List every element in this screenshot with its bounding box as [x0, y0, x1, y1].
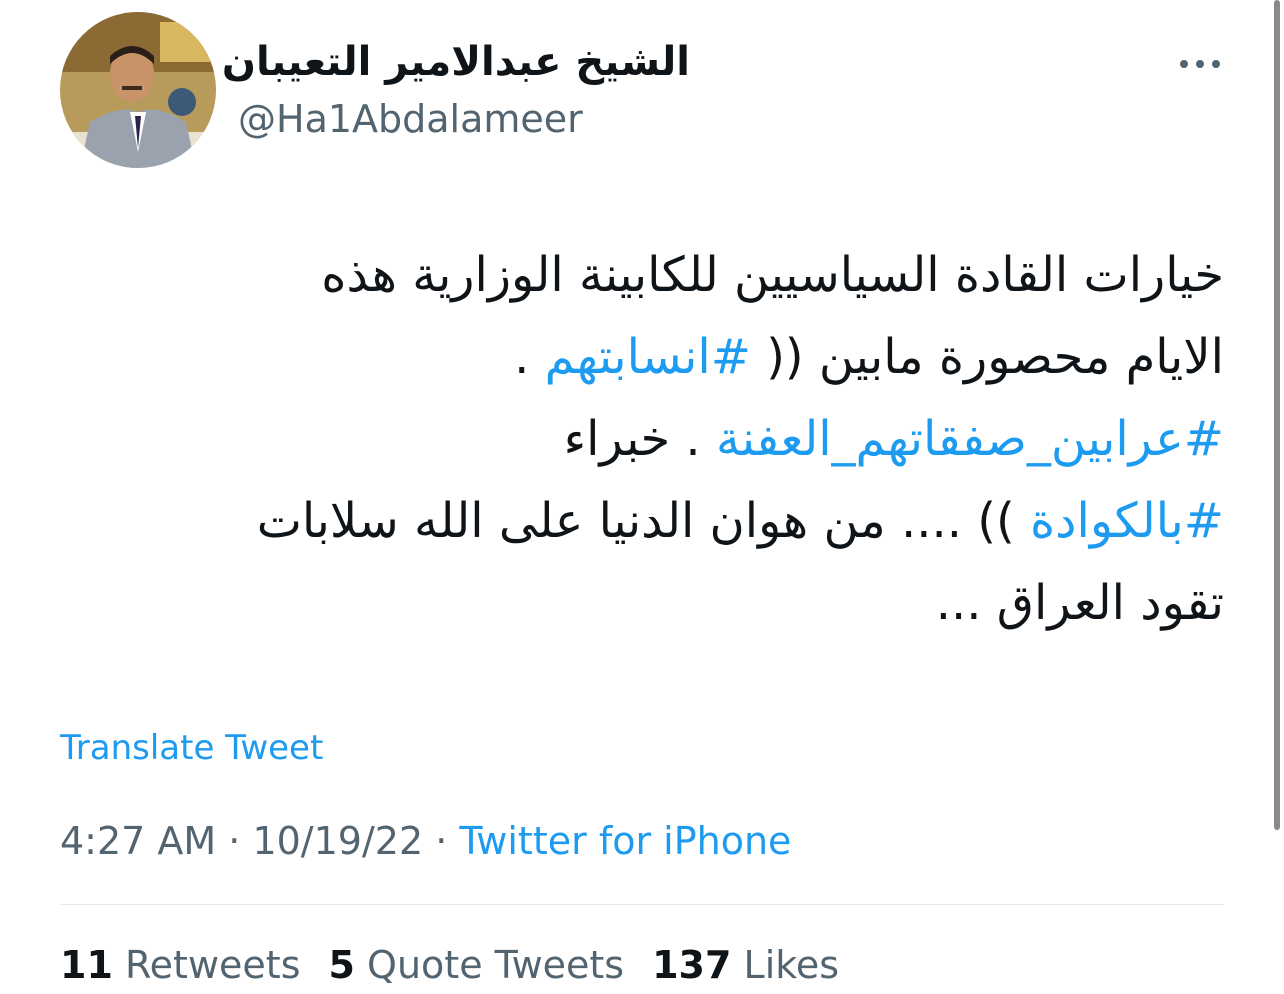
tweet-text-segment: . — [514, 329, 545, 385]
author-display-name[interactable]: الشيخ عبدالامير التعيبان — [222, 36, 690, 88]
tweet-stats: 11 Retweets 5 Quote Tweets 137 Likes — [60, 940, 839, 990]
tweet-line: #بالكوادة )) .... من هوان الدنيا على الل… — [80, 480, 1224, 562]
likes-label: Likes — [743, 943, 840, 987]
tweet-text-segment: )) .... من هوان الدنيا على الله سلابات — [256, 493, 1030, 549]
hashtag-link[interactable]: #عرابين_صفقاتهم_العفنة — [716, 411, 1224, 467]
retweets-count: 11 — [60, 943, 113, 987]
dot — [1196, 60, 1204, 68]
tweet-date[interactable]: 10/19/22 — [252, 819, 423, 863]
avatar-photo — [60, 12, 216, 168]
tweet-source-link[interactable]: Twitter for iPhone — [459, 819, 791, 863]
quote-tweets-stat[interactable]: 5 Quote Tweets — [329, 940, 625, 990]
tweet-text-segment: تقود العراق ... — [935, 575, 1224, 631]
tweet-meta: 4:27 AM · 10/19/22 · Twitter for iPhone — [60, 816, 791, 866]
tweet-text-segment: خيارات القادة السياسيين للكابينة الوزاري… — [321, 247, 1224, 303]
meta-separator: · — [423, 819, 460, 863]
dot — [1212, 60, 1220, 68]
tweet-text-segment: . خبراء — [563, 411, 716, 467]
likes-stat[interactable]: 137 Likes — [652, 940, 839, 990]
scrollbar[interactable] — [1274, 0, 1280, 830]
divider — [60, 904, 1224, 905]
retweets-label: Retweets — [124, 943, 301, 987]
tweet-line: الايام محصورة مابين (( #انسابتهم . — [80, 316, 1224, 398]
translate-tweet-link[interactable]: Translate Tweet — [60, 726, 323, 770]
dot — [1180, 60, 1188, 68]
tweet-line: تقود العراق ... — [80, 562, 1224, 644]
tweet-time[interactable]: 4:27 AM — [60, 819, 216, 863]
more-horizontal-icon[interactable] — [1172, 52, 1228, 76]
hashtag-link[interactable]: #انسابتهم — [545, 329, 751, 385]
likes-count: 137 — [652, 943, 732, 987]
retweets-stat[interactable]: 11 Retweets — [60, 940, 301, 990]
quote-tweets-count: 5 — [328, 943, 355, 987]
tweet-text-segment: الايام محصورة مابين (( — [750, 329, 1224, 385]
tweet-text: خيارات القادة السياسيين للكابينة الوزاري… — [80, 234, 1224, 644]
author-handle[interactable]: @Ha1Abdalameer — [238, 96, 583, 142]
tweet-line: خيارات القادة السياسيين للكابينة الوزاري… — [80, 234, 1224, 316]
quote-tweets-label: Quote Tweets — [367, 943, 625, 987]
meta-separator: · — [216, 819, 253, 863]
tweet-line: #عرابين_صفقاتهم_العفنة . خبراء — [80, 398, 1224, 480]
hashtag-link[interactable]: #بالكوادة — [1030, 493, 1224, 549]
avatar[interactable] — [60, 12, 216, 168]
